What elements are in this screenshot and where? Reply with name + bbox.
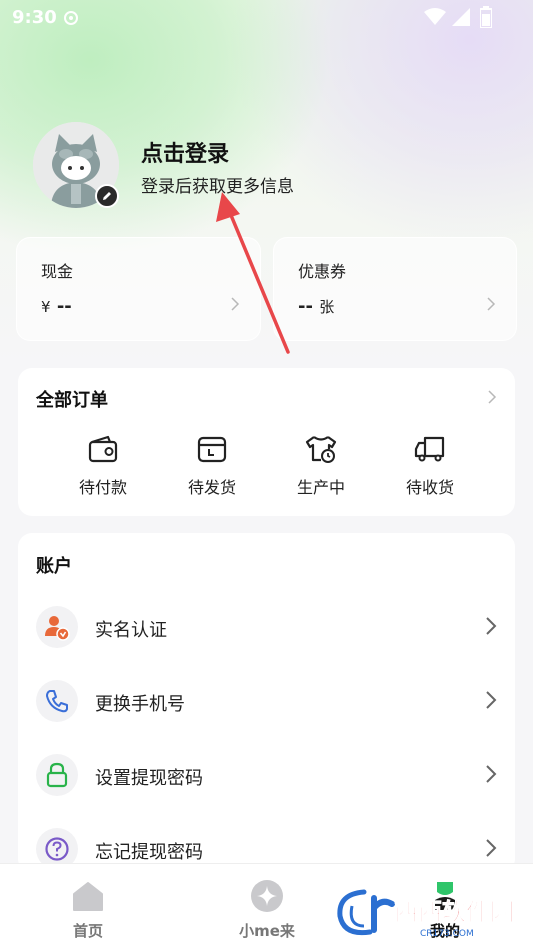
phone-icon bbox=[46, 690, 68, 713]
coupon-unit: 张 bbox=[319, 298, 335, 316]
home-icon bbox=[73, 882, 103, 911]
login-title[interactable]: 点击登录 bbox=[141, 136, 229, 168]
order-label: 待收货 bbox=[405, 478, 454, 497]
coupon-label: 优惠券 bbox=[298, 262, 347, 281]
chevron-right-icon bbox=[487, 297, 496, 311]
order-label: 生产中 bbox=[296, 478, 345, 497]
truck-icon bbox=[414, 436, 445, 462]
row-icon-bg bbox=[36, 680, 78, 722]
order-pending-receipt[interactable]: 待收货 bbox=[385, 434, 475, 498]
orders-card: 全部订单 待付款 待发货 生产中 待收货 bbox=[18, 368, 515, 516]
watermark-text: 西西软件园 bbox=[394, 898, 514, 926]
order-label: 待付款 bbox=[78, 478, 127, 497]
watermark-domain: CR173.COM bbox=[420, 929, 474, 939]
account-row-set-withdraw-password[interactable]: 设置提现密码 bbox=[18, 748, 515, 808]
row-label: 更换手机号 bbox=[95, 694, 185, 715]
chevron-right-icon bbox=[486, 765, 497, 783]
pencil-icon bbox=[103, 192, 111, 200]
sparkle-icon bbox=[251, 880, 283, 912]
order-pending-shipment[interactable]: 待发货 bbox=[167, 434, 257, 498]
nav-home[interactable]: 首页 bbox=[43, 878, 133, 941]
coupon-value: -- 张 bbox=[298, 296, 334, 317]
cash-label: 现金 bbox=[41, 262, 74, 281]
signal-icon bbox=[452, 8, 470, 26]
wifi-icon bbox=[424, 8, 446, 25]
order-in-production[interactable]: 生产中 bbox=[276, 434, 366, 498]
nav-label: 小me来 bbox=[239, 922, 295, 940]
chevron-right-icon[interactable] bbox=[487, 389, 497, 405]
row-label: 实名认证 bbox=[95, 620, 167, 641]
account-title: 账户 bbox=[36, 556, 72, 577]
annotation-arrow bbox=[216, 192, 290, 354]
currency-symbol: ¥ bbox=[41, 298, 51, 316]
order-label: 待发货 bbox=[187, 478, 236, 497]
account-row-change-phone[interactable]: 更换手机号 bbox=[18, 674, 515, 734]
row-icon-bg bbox=[36, 754, 78, 796]
box-icon bbox=[197, 436, 227, 463]
battery-icon bbox=[480, 6, 492, 28]
watermark-logo: 西西软件园 CR173.COM bbox=[337, 889, 514, 939]
cash-amount: -- bbox=[56, 296, 72, 317]
coupon-card[interactable]: 优惠券 -- 张 bbox=[273, 237, 517, 341]
account-card: 账户 实名认证 更换手机号 设置提现密码 忘记提现密码 bbox=[18, 533, 515, 873]
nav-label: 首页 bbox=[72, 922, 103, 940]
user-verify-icon bbox=[45, 616, 70, 641]
order-pending-payment[interactable]: 待付款 bbox=[58, 434, 148, 498]
row-label: 设置提现密码 bbox=[95, 768, 203, 789]
status-time: 9:30 bbox=[12, 7, 57, 28]
row-icon-bg bbox=[36, 606, 78, 648]
status-bar: 9:30 bbox=[0, 0, 533, 36]
notification-icon bbox=[64, 11, 78, 25]
row-label: 忘记提现密码 bbox=[95, 842, 203, 863]
nav-xiaome[interactable]: 小me来 bbox=[222, 878, 312, 941]
cash-value: ¥ -- bbox=[41, 296, 72, 317]
edit-avatar-button[interactable] bbox=[95, 184, 119, 208]
coupon-amount: -- bbox=[298, 296, 313, 317]
chevron-right-icon bbox=[486, 691, 497, 709]
shirt-clock-icon bbox=[305, 436, 337, 463]
lock-icon bbox=[46, 762, 68, 788]
account-row-real-name[interactable]: 实名认证 bbox=[18, 600, 515, 660]
orders-title[interactable]: 全部订单 bbox=[36, 386, 108, 412]
wallet-icon bbox=[88, 435, 118, 463]
chevron-right-icon bbox=[486, 617, 497, 635]
chevron-right-icon bbox=[486, 839, 497, 857]
